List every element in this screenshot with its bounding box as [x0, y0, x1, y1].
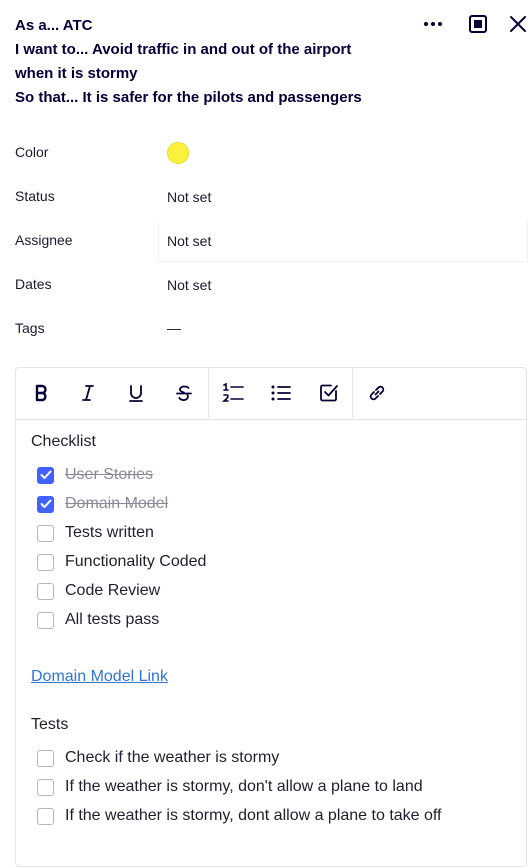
- test-item-label: If the weather is stormy, dont allow a p…: [65, 807, 442, 824]
- checkbox[interactable]: [37, 807, 54, 825]
- checklist-item-label: Functionality Coded: [65, 553, 207, 570]
- title-line: As a... ATC: [15, 17, 93, 34]
- checkbox[interactable]: [37, 524, 54, 542]
- underline-icon[interactable]: [123, 380, 149, 406]
- assignee-value[interactable]: Not set: [167, 233, 211, 249]
- checkbox[interactable]: [37, 553, 54, 571]
- title-line: I want to... Avoid traffic in and out of…: [15, 41, 352, 58]
- checklist-item[interactable]: Domain Model: [37, 493, 168, 515]
- checkbox-checked[interactable]: [37, 466, 54, 484]
- tests-heading: Tests: [31, 716, 69, 733]
- checklist-item-label: Code Review: [65, 582, 161, 599]
- editor-toolbar: [16, 368, 526, 420]
- toolbar-divider: [208, 368, 209, 418]
- checklist-item[interactable]: Code Review: [37, 580, 160, 602]
- bold-icon[interactable]: [28, 380, 54, 406]
- color-label: Color: [15, 144, 49, 160]
- assignee-field[interactable]: [158, 222, 528, 262]
- checkbox[interactable]: [37, 778, 54, 796]
- checkbox[interactable]: [37, 749, 54, 767]
- test-item[interactable]: Check if the weather is stormy: [37, 747, 279, 769]
- checkbox[interactable]: [37, 611, 54, 629]
- card-title[interactable]: As a... ATC I want to... Avoid traffic i…: [15, 14, 415, 110]
- checklist-item[interactable]: User Stories: [37, 464, 153, 486]
- checkbox-checked[interactable]: [37, 495, 54, 513]
- domain-model-link[interactable]: Domain Model Link: [31, 668, 168, 686]
- assignee-label: Assignee: [15, 232, 73, 248]
- checklist-item-label: User Stories: [65, 466, 154, 483]
- color-swatch[interactable]: [167, 142, 189, 164]
- checklist-item-label: All tests pass: [65, 611, 160, 628]
- checklist-heading: Checklist: [31, 433, 96, 450]
- status-label: Status: [15, 188, 55, 204]
- close-icon[interactable]: [504, 10, 532, 38]
- status-value[interactable]: Not set: [167, 189, 211, 205]
- title-line: So that... It is safer for the pilots an…: [15, 89, 362, 106]
- test-item-label: If the weather is stormy, don't allow a …: [65, 778, 423, 795]
- tags-value[interactable]: —: [167, 320, 181, 336]
- more-icon[interactable]: [419, 10, 447, 38]
- bullet-list-icon[interactable]: [268, 380, 294, 406]
- tags-label: Tags: [15, 320, 45, 336]
- dates-value[interactable]: Not set: [167, 277, 211, 293]
- test-item[interactable]: If the weather is stormy, dont allow a p…: [37, 805, 442, 827]
- test-item-label: Check if the weather is stormy: [65, 749, 280, 766]
- checkbox[interactable]: [37, 582, 54, 600]
- title-line: when it is stormy: [15, 65, 138, 82]
- strikethrough-icon[interactable]: [171, 380, 197, 406]
- checklist-item-label: Tests written: [65, 524, 154, 541]
- checklist-item[interactable]: Tests written: [37, 522, 154, 544]
- dates-label: Dates: [15, 276, 52, 292]
- expand-icon[interactable]: [464, 10, 492, 38]
- checklist-icon[interactable]: [316, 380, 342, 406]
- checklist-item[interactable]: Functionality Coded: [37, 551, 206, 573]
- checklist-item[interactable]: All tests pass: [37, 609, 159, 631]
- test-item[interactable]: If the weather is stormy, don't allow a …: [37, 776, 423, 798]
- checklist-item-label: Domain Model: [65, 495, 169, 512]
- link-icon[interactable]: [364, 380, 390, 406]
- toolbar-divider: [352, 368, 353, 418]
- ordered-list-icon[interactable]: [220, 380, 246, 406]
- italic-icon[interactable]: [75, 380, 101, 406]
